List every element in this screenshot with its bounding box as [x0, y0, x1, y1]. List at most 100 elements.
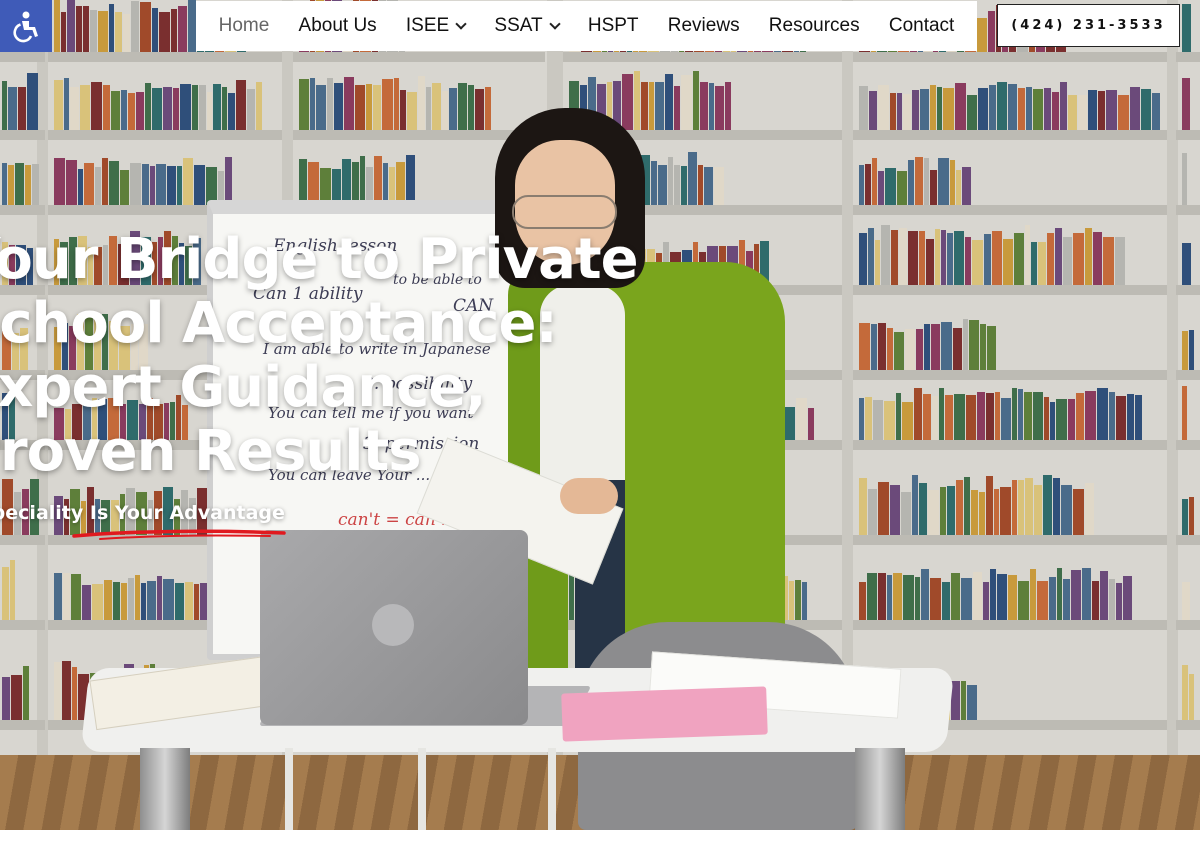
book-spine	[915, 157, 923, 205]
nav-item-label: About Us	[298, 15, 377, 36]
book-spine	[131, 1, 139, 52]
book-spine	[919, 483, 927, 535]
book-spine	[31, 164, 39, 205]
book-spine	[334, 82, 343, 130]
book-spine	[951, 573, 960, 620]
book-spine	[954, 231, 964, 285]
nav-item-isee[interactable]: ISEE	[405, 15, 467, 37]
book-spine	[808, 407, 814, 440]
book-spine	[912, 475, 918, 535]
book-spine	[1018, 480, 1024, 535]
book-spine	[103, 85, 110, 130]
nav-item-resources[interactable]: Resources	[769, 15, 860, 37]
book-spine	[150, 166, 155, 205]
book-spine	[1038, 241, 1046, 285]
book-spine	[956, 479, 963, 535]
book-spine	[859, 322, 870, 370]
shelf-board	[853, 440, 1167, 450]
book-spine	[1092, 580, 1099, 620]
book-spine	[468, 85, 474, 130]
book-spine	[70, 87, 79, 130]
book-spine	[152, 88, 162, 130]
nav-item-about-us[interactable]: About Us	[299, 15, 377, 37]
book-spine	[873, 400, 883, 440]
book-spine	[887, 574, 892, 620]
book-row	[2, 559, 39, 620]
desk-leg	[855, 748, 905, 830]
shelf-board	[0, 52, 45, 62]
book-spine	[344, 76, 354, 130]
book-spine	[84, 163, 94, 205]
book-spine	[183, 158, 193, 205]
book-spine	[622, 73, 633, 130]
nav-item-ssat[interactable]: SSAT	[494, 15, 561, 37]
book-spine	[432, 82, 441, 130]
book-spine	[1109, 579, 1115, 620]
book-spine	[1109, 391, 1115, 440]
main-nav: Home About Us ISEE SSAT HSPT Reviews Res…	[196, 1, 977, 51]
book-spine	[1116, 582, 1122, 620]
book-spine	[984, 234, 991, 285]
book-row	[1182, 75, 1194, 130]
book-spine	[1068, 398, 1075, 440]
book-spine	[113, 581, 120, 620]
book-spine	[1188, 497, 1194, 535]
book-spine	[890, 93, 896, 130]
book-row	[859, 317, 1161, 370]
book-spine	[1025, 224, 1030, 285]
book-spine	[963, 318, 968, 370]
shelf-board	[293, 52, 545, 62]
shelf-board	[48, 52, 282, 62]
book-spine	[152, 8, 158, 52]
book-spine	[109, 161, 119, 205]
book-spine	[458, 82, 467, 130]
book-spine	[1188, 673, 1194, 720]
book-spine	[796, 397, 807, 440]
accessibility-button[interactable]	[0, 0, 52, 52]
book-spine	[360, 156, 365, 205]
nav-item-hspt[interactable]: HSPT	[588, 15, 639, 37]
book-spine	[1106, 89, 1117, 130]
shelf-board	[1176, 440, 1200, 450]
book-spine	[299, 79, 309, 130]
book-spine	[1182, 665, 1188, 720]
shelf-board	[0, 205, 45, 215]
book-spine	[997, 81, 1007, 130]
book-spine	[924, 323, 930, 370]
book-spine	[1098, 90, 1105, 130]
book-spine	[938, 158, 949, 205]
nav-item-contact[interactable]: Contact	[889, 15, 954, 37]
book-spine	[1025, 477, 1033, 535]
desk-leg	[418, 748, 426, 830]
book-spine	[475, 89, 484, 130]
book-spine	[54, 80, 63, 130]
book-spine	[1012, 480, 1017, 535]
book-spine	[971, 489, 978, 535]
book-spine	[90, 10, 97, 52]
book-row	[2, 661, 39, 720]
book-spine	[881, 224, 890, 285]
book-spine	[1052, 92, 1059, 130]
book-spine	[868, 227, 874, 285]
book-spine	[966, 395, 976, 440]
book-spine	[897, 93, 902, 130]
book-spine	[901, 491, 911, 535]
book-row	[2, 72, 39, 130]
book-spine	[988, 10, 995, 52]
book-spine	[859, 165, 864, 205]
book-spine	[120, 169, 129, 205]
book-spine	[961, 681, 966, 720]
book-spine	[1182, 499, 1188, 535]
book-spine	[145, 82, 151, 130]
nav-item-reviews[interactable]: Reviews	[668, 15, 740, 37]
book-spine	[159, 12, 170, 52]
nav-item-home[interactable]: Home	[219, 15, 270, 37]
book-spine	[1073, 489, 1084, 535]
nav-item-label: ISEE	[405, 15, 450, 36]
book-spine	[941, 229, 946, 285]
book-spine	[1182, 385, 1187, 440]
hero-headline: Your Bridge to Private School Acceptance…	[0, 228, 639, 484]
book-row	[1182, 383, 1194, 440]
phone-button[interactable]: (424) 231-3533	[997, 4, 1180, 47]
book-spine	[95, 166, 101, 205]
